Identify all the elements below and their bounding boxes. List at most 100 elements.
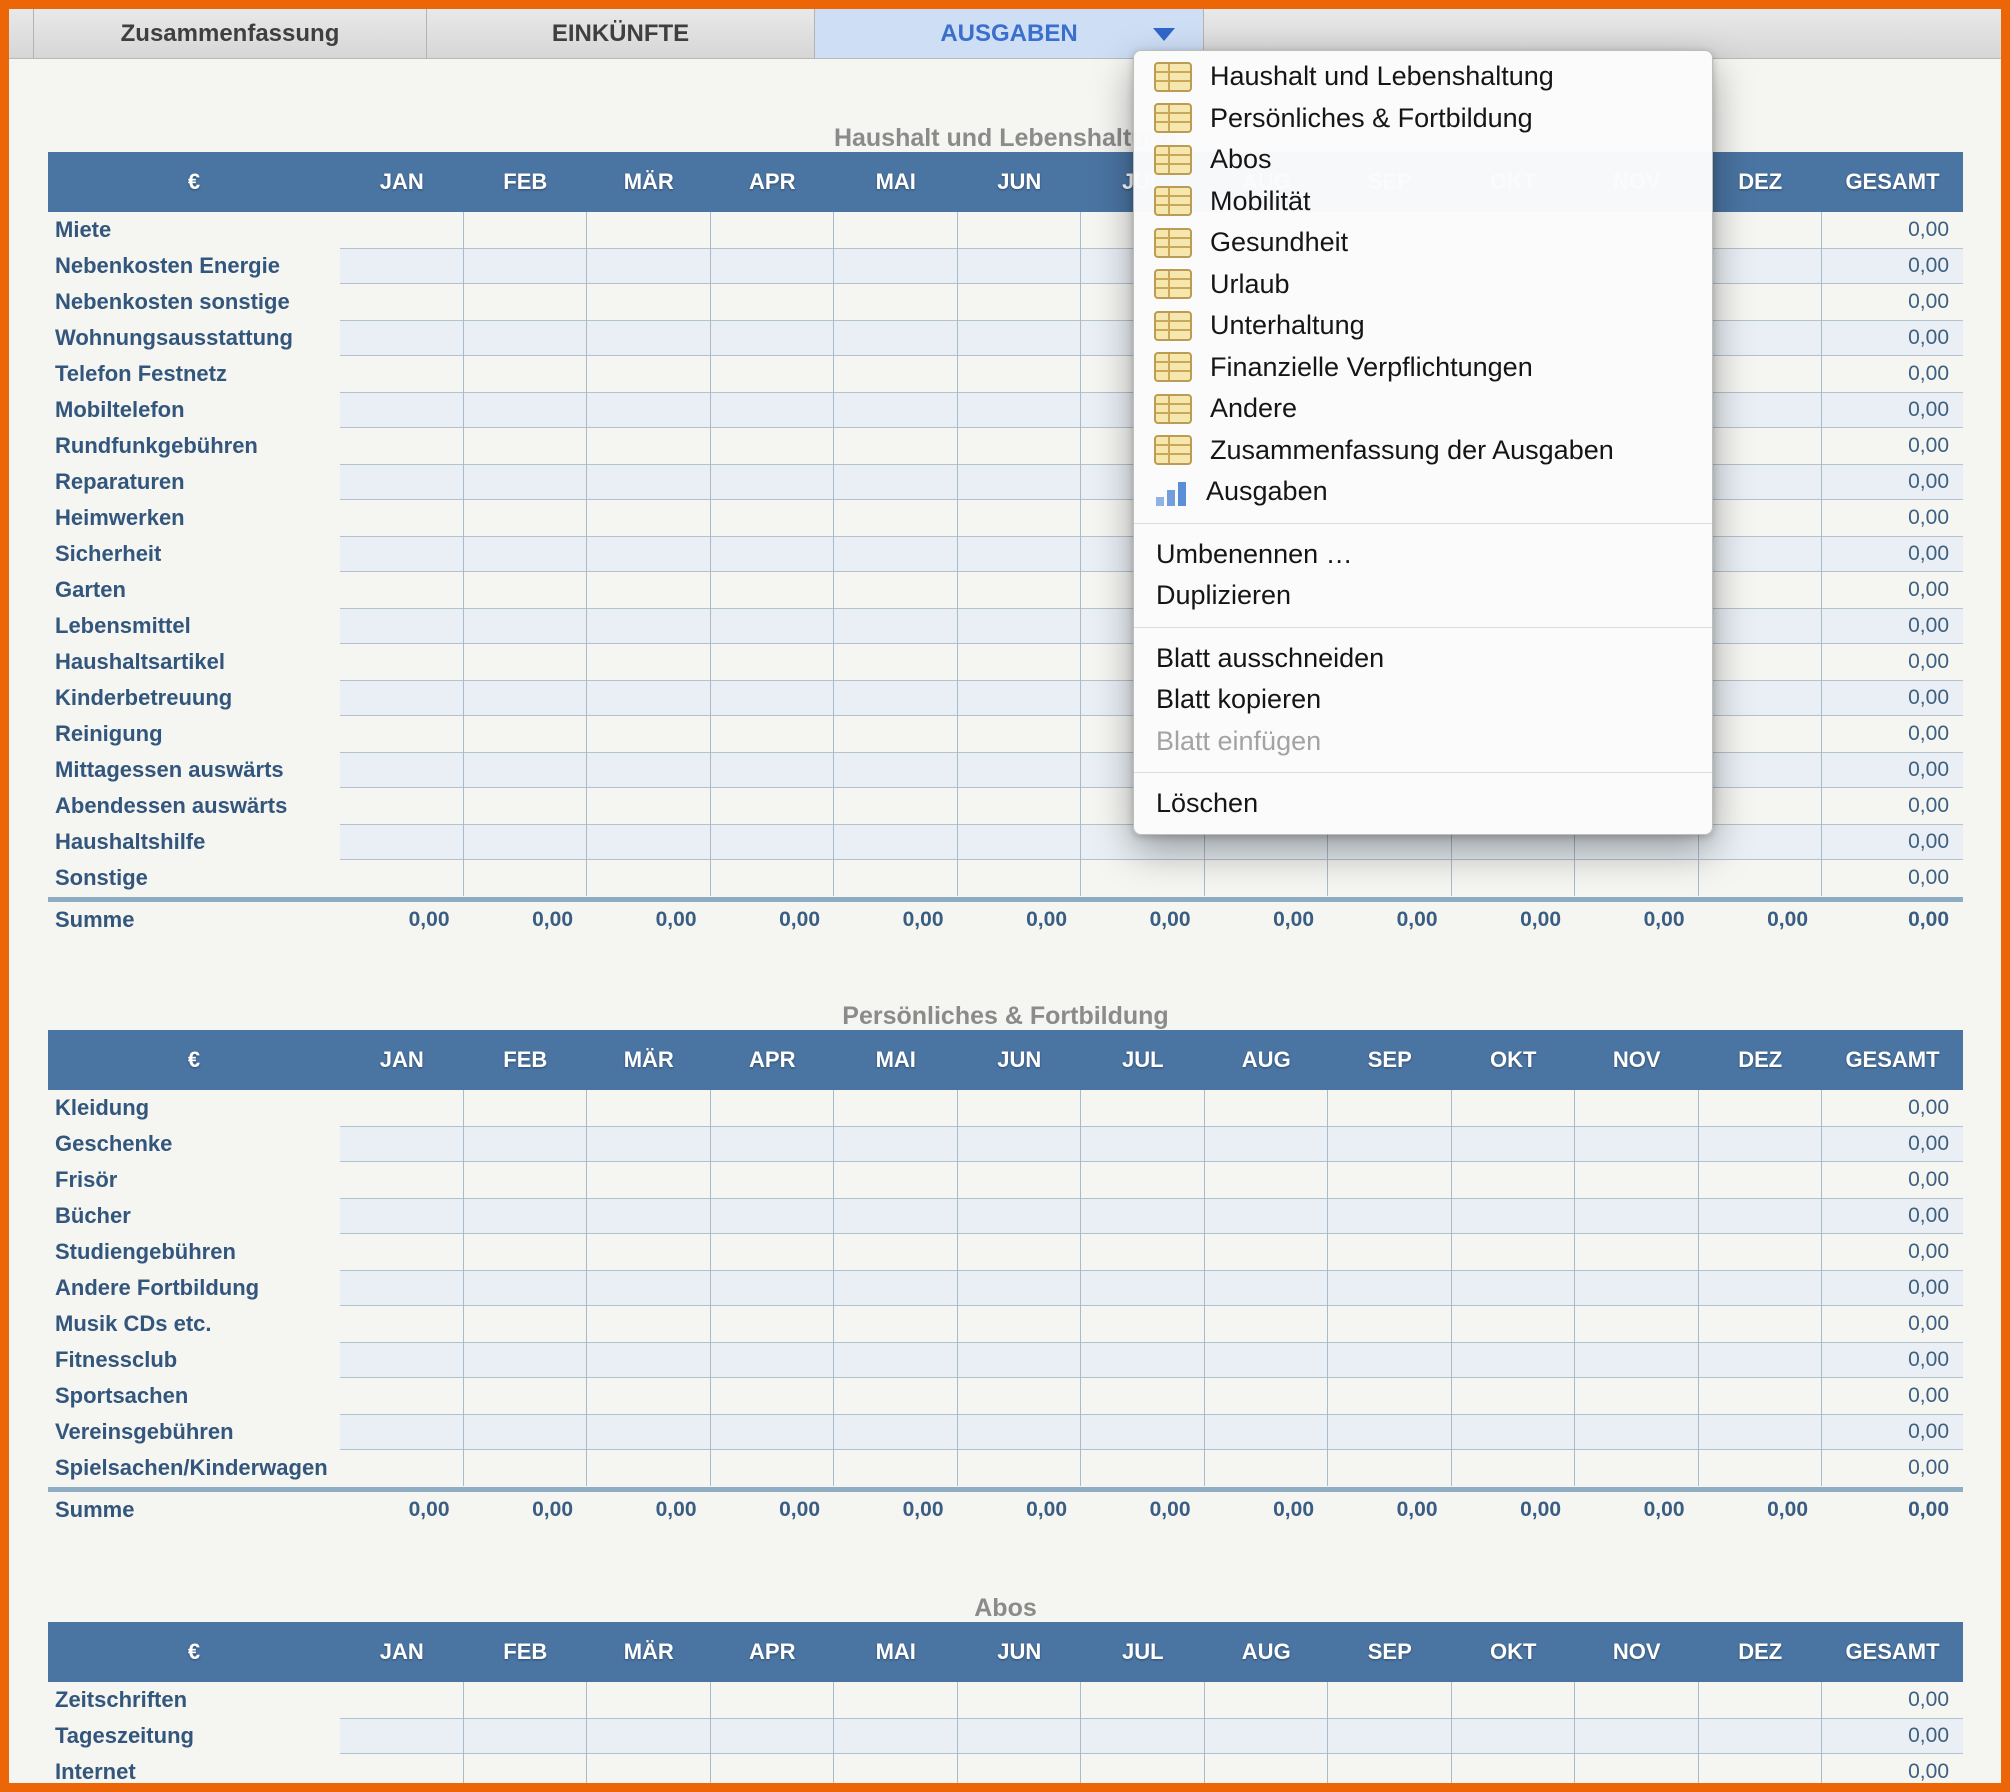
month-cell[interactable] [710, 680, 834, 716]
month-cell[interactable] [340, 1378, 464, 1414]
month-cell[interactable] [834, 428, 958, 464]
month-cell[interactable] [958, 1162, 1081, 1198]
month-cell[interactable] [463, 680, 587, 716]
month-cell[interactable] [1698, 1198, 1822, 1234]
month-cell[interactable] [1328, 1198, 1452, 1234]
month-cell[interactable] [1699, 644, 1822, 680]
month-cell[interactable] [957, 1270, 1081, 1306]
month-cell[interactable] [1575, 1682, 1699, 1718]
month-cell[interactable] [1575, 1378, 1699, 1414]
month-cell[interactable] [834, 1270, 958, 1306]
month-cell[interactable] [958, 1682, 1081, 1718]
month-cell[interactable] [1081, 1682, 1205, 1718]
month-cell[interactable] [1204, 1270, 1328, 1306]
month-cell[interactable] [834, 500, 958, 536]
menu-item-sheet[interactable]: Gesundheit [1134, 222, 1712, 264]
month-cell[interactable] [711, 716, 834, 752]
month-cell[interactable] [1575, 1090, 1699, 1126]
month-cell[interactable] [464, 212, 587, 248]
month-cell[interactable] [834, 536, 958, 572]
month-cell[interactable] [1698, 536, 1822, 572]
month-cell[interactable] [710, 1126, 834, 1162]
month-cell[interactable] [1204, 1414, 1328, 1450]
month-cell[interactable] [1575, 1718, 1699, 1754]
month-cell[interactable] [340, 248, 464, 284]
month-cell[interactable] [463, 608, 587, 644]
month-cell[interactable] [957, 464, 1081, 500]
month-cell[interactable] [711, 284, 834, 320]
month-cell[interactable] [1205, 1234, 1328, 1270]
month-cell[interactable] [340, 1234, 464, 1270]
month-cell[interactable] [958, 1306, 1081, 1342]
month-cell[interactable] [1081, 1162, 1205, 1198]
month-cell[interactable] [958, 1450, 1081, 1486]
month-cell[interactable] [1081, 1270, 1205, 1306]
month-cell[interactable] [958, 284, 1081, 320]
month-cell[interactable] [1452, 1450, 1575, 1486]
month-cell[interactable] [587, 320, 711, 356]
month-cell[interactable] [464, 1306, 587, 1342]
month-cell[interactable] [958, 1234, 1081, 1270]
month-cell[interactable] [1204, 1718, 1328, 1754]
month-cell[interactable] [1699, 1754, 1822, 1783]
month-cell[interactable] [1328, 1090, 1452, 1126]
menu-item-sheet[interactable]: Persönliches & Fortbildung [1134, 98, 1712, 140]
month-cell[interactable] [587, 428, 711, 464]
month-cell[interactable] [587, 1378, 711, 1414]
month-cell[interactable] [1205, 1754, 1328, 1783]
month-cell[interactable] [1698, 1414, 1822, 1450]
month-cell[interactable] [710, 248, 834, 284]
month-cell[interactable] [710, 392, 834, 428]
month-cell[interactable] [1699, 356, 1822, 392]
month-cell[interactable] [463, 320, 587, 356]
month-cell[interactable] [340, 716, 464, 752]
month-cell[interactable] [834, 608, 958, 644]
month-cell[interactable] [1452, 1090, 1575, 1126]
month-cell[interactable] [958, 212, 1081, 248]
month-cell[interactable] [957, 1342, 1081, 1378]
month-cell[interactable] [1081, 860, 1205, 896]
month-cell[interactable] [340, 320, 464, 356]
month-cell[interactable] [1575, 1450, 1699, 1486]
month-cell[interactable] [958, 1378, 1081, 1414]
month-cell[interactable] [340, 356, 464, 392]
month-cell[interactable] [957, 1414, 1081, 1450]
month-cell[interactable] [834, 1342, 958, 1378]
month-cell[interactable] [957, 320, 1081, 356]
month-cell[interactable] [1328, 1754, 1452, 1783]
month-cell[interactable] [587, 1754, 711, 1783]
month-cell[interactable] [587, 1090, 711, 1126]
month-cell[interactable] [1328, 1414, 1452, 1450]
month-cell[interactable] [587, 788, 711, 824]
month-cell[interactable] [1575, 1342, 1699, 1378]
month-cell[interactable] [464, 1378, 587, 1414]
month-cell[interactable] [340, 752, 464, 788]
tab-zusammenfassung[interactable]: Zusammenfassung [34, 9, 427, 58]
month-cell[interactable] [587, 536, 711, 572]
menu-item-sheet[interactable]: Finanzielle Verpflichtungen [1134, 347, 1712, 389]
tab-einkuenfte[interactable]: EINKÜNFTE [427, 9, 815, 58]
month-cell[interactable] [1698, 1270, 1822, 1306]
month-cell[interactable] [1698, 464, 1822, 500]
month-cell[interactable] [710, 464, 834, 500]
month-cell[interactable] [1328, 1162, 1452, 1198]
month-cell[interactable] [340, 392, 464, 428]
month-cell[interactable] [340, 464, 464, 500]
month-cell[interactable] [1699, 860, 1822, 896]
month-cell[interactable] [464, 1682, 587, 1718]
month-cell[interactable] [1699, 788, 1822, 824]
month-cell[interactable] [834, 860, 958, 896]
month-cell[interactable] [1451, 1198, 1575, 1234]
month-cell[interactable] [834, 320, 958, 356]
month-cell[interactable] [464, 1234, 587, 1270]
month-cell[interactable] [463, 464, 587, 500]
month-cell[interactable] [711, 1682, 834, 1718]
menu-item-sheet[interactable]: Mobilität [1134, 181, 1712, 223]
month-cell[interactable] [1452, 860, 1575, 896]
month-cell[interactable] [1328, 1342, 1452, 1378]
month-cell[interactable] [1081, 1306, 1205, 1342]
month-cell[interactable] [711, 644, 834, 680]
month-cell[interactable] [711, 356, 834, 392]
month-cell[interactable] [834, 644, 958, 680]
month-cell[interactable] [587, 284, 711, 320]
